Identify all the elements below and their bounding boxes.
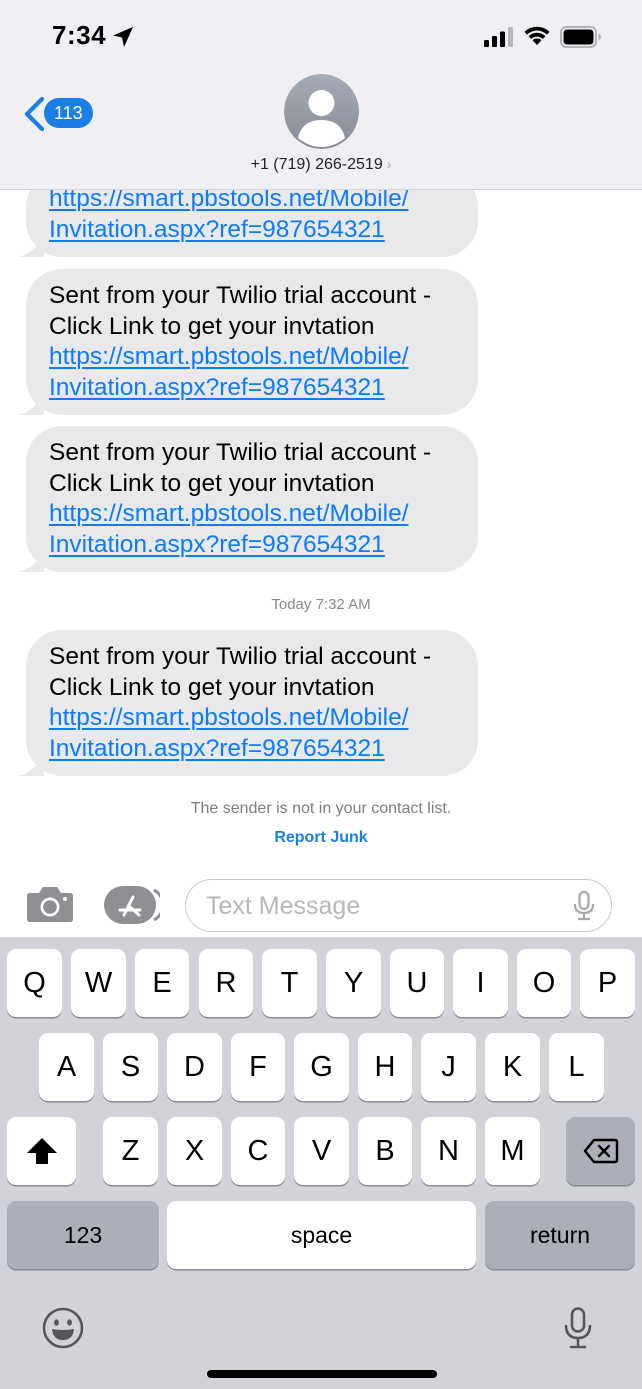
timestamp: Today 7:32 AM [271,596,371,613]
home-indicator[interactable] [207,1370,437,1378]
signal-icon [484,27,513,47]
message-link-line-2[interactable]: Invitation.aspx?ref=987654321 [49,734,456,765]
bubble-tail [18,393,44,415]
battery-icon [560,26,601,48]
key-p[interactable]: P [580,949,635,1017]
key-z[interactable]: Z [103,1117,158,1185]
message-bubble[interactable]: Sent from your Twilio trial account - Cl… [18,426,478,572]
message-text-field[interactable]: Text Message [185,879,612,932]
message-link-line-2[interactable]: Invitation.aspx?ref=987654321 [49,373,456,404]
key-m[interactable]: M [485,1117,540,1185]
wifi-icon [524,26,550,45]
bubble-tail [18,235,44,257]
key-v[interactable]: V [294,1117,349,1185]
contact-avatar[interactable] [284,74,359,149]
message-text-line-1: Sent from your Twilio trial account - [49,439,432,466]
key-f[interactable]: F [231,1033,285,1101]
key-x[interactable]: X [167,1117,222,1185]
message-link-line-2[interactable]: Invitation.aspx?ref=987654321 [49,215,456,246]
delete-icon [583,1138,618,1164]
key-r[interactable]: R [199,949,253,1017]
person-silhouette-icon [284,74,359,149]
message-link-line-2[interactable]: Invitation.aspx?ref=987654321 [49,530,456,561]
shift-key[interactable] [7,1117,76,1185]
numbers-key[interactable]: 123 [7,1201,159,1269]
camera-icon[interactable] [26,884,74,924]
message-bubble[interactable]: Sent from your Twilio trial account - Cl… [18,630,478,776]
key-i[interactable]: I [453,949,508,1017]
message-text-line-2: Click Link to get your invtation [49,469,375,497]
conversation-header: 7:34 113 +1 (719) 266-2519 › [0,0,642,190]
bubble-tail [18,550,44,572]
return-key[interactable]: return [485,1201,635,1269]
key-c[interactable]: C [231,1117,285,1185]
back-unread-count[interactable]: 113 [44,98,93,128]
location-arrow-icon [113,27,133,47]
space-key[interactable]: space [167,1201,476,1269]
key-e[interactable]: E [135,949,189,1017]
message-text-line-2: Click Link to get your invtation [49,312,375,340]
delete-key[interactable] [566,1117,635,1185]
key-n[interactable]: N [421,1117,476,1185]
key-b[interactable]: B [358,1117,412,1185]
text-field-placeholder: Text Message [206,892,361,920]
microphone-icon[interactable] [573,891,595,921]
message-text-line-1: Sent from your Twilio trial account - [49,643,432,670]
bubble-tail [18,754,44,776]
contact-number: +1 (719) 266-2519 [250,156,383,173]
message-link-line-1[interactable]: https://smart.pbstools.net/Mobile/ [49,342,456,373]
contact-name[interactable]: +1 (719) 266-2519 › [0,156,642,174]
key-j[interactable]: J [421,1033,476,1101]
key-a[interactable]: A [39,1033,94,1101]
message-bubble[interactable]: Sent from your Twilio trial account - Cl… [18,269,478,415]
key-q[interactable]: Q [7,949,62,1017]
message-link-line-1[interactable]: https://smart.pbstools.net/Mobile/ [49,703,456,734]
key-k[interactable]: K [485,1033,540,1101]
key-g[interactable]: G [294,1033,349,1101]
key-h[interactable]: H [358,1033,412,1101]
key-d[interactable]: D [167,1033,222,1101]
key-y[interactable]: Y [326,949,381,1017]
key-t[interactable]: T [262,949,317,1017]
key-u[interactable]: U [390,949,444,1017]
shift-icon [26,1138,57,1164]
unknown-sender-notice: The sender is not in your contact list. [190,800,452,817]
app-store-button[interactable] [104,886,165,924]
status-bar-time: 7:34 [52,20,107,50]
message-text-line-2: Click Link to get your invtation [49,673,375,701]
message-text-line-1: Sent from your Twilio trial account - [49,282,432,309]
key-w[interactable]: W [71,949,126,1017]
emoji-icon[interactable] [42,1307,84,1349]
chevron-right-icon: › [386,156,392,172]
app-store-icon [104,886,165,924]
message-link-line-1[interactable]: https://smart.pbstools.net/Mobile/ [49,499,456,530]
key-o[interactable]: O [517,949,571,1017]
dictation-mic-icon[interactable] [564,1307,592,1349]
report-junk-button[interactable]: Report Junk [0,829,642,847]
key-l[interactable]: L [549,1033,604,1101]
key-s[interactable]: S [103,1033,158,1101]
